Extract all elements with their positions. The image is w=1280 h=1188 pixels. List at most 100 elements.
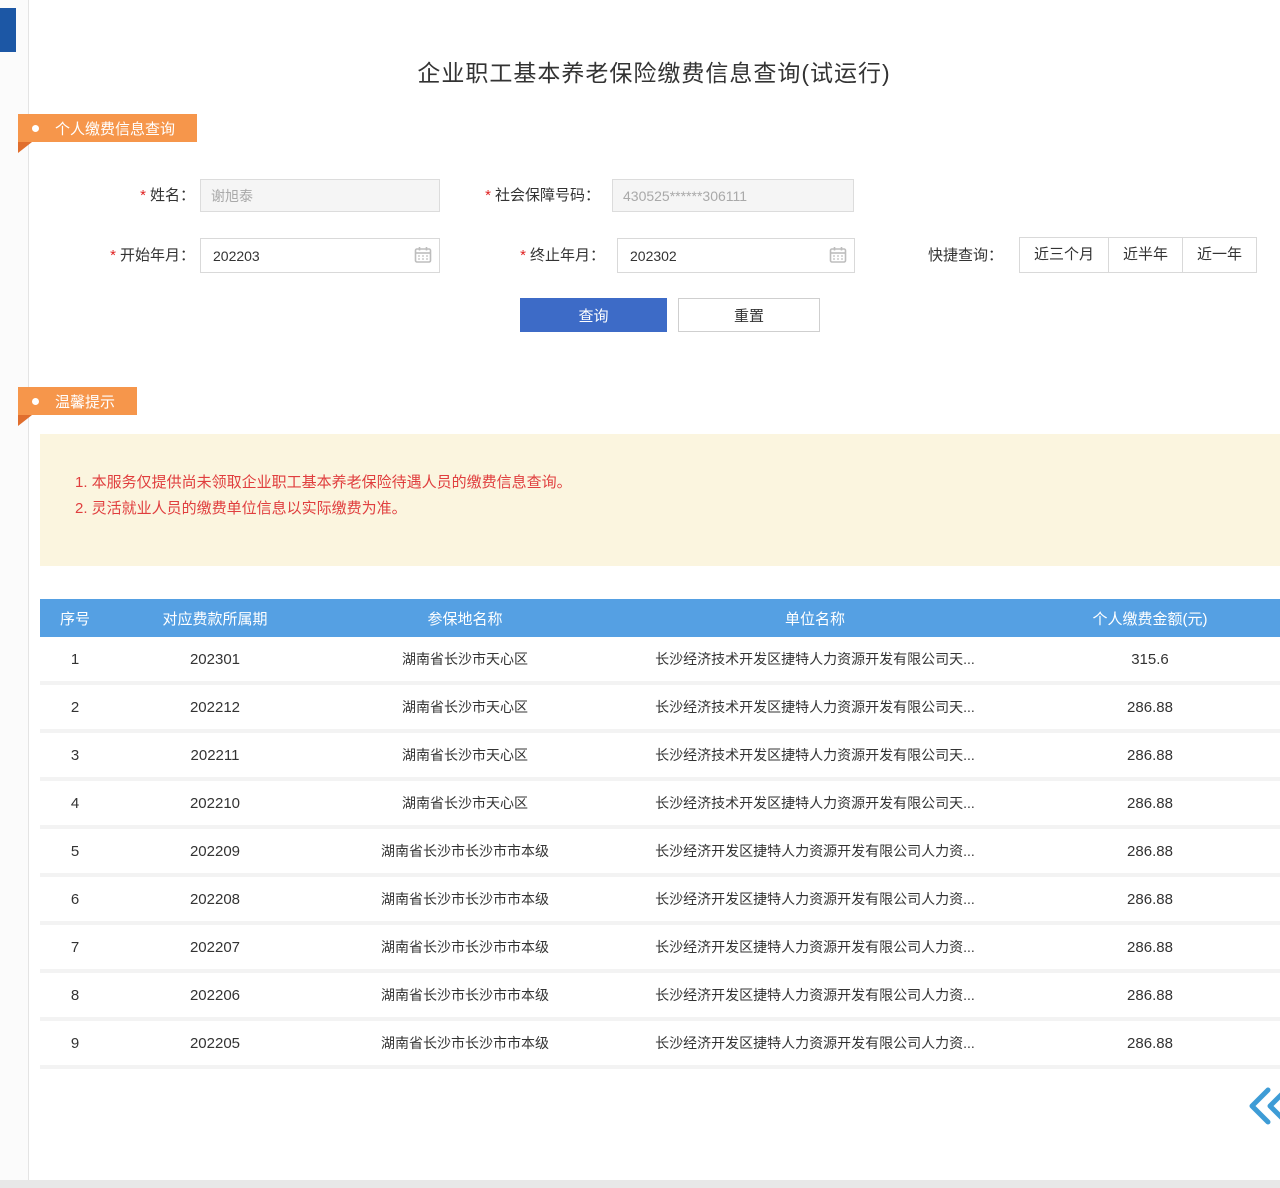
table-cell: 9 xyxy=(40,1035,110,1052)
table-cell: 长沙经济技术开发区捷特人力资源开发有限公司天... xyxy=(610,697,1020,717)
quick-query-group: 近三个月 近半年 近一年 xyxy=(1020,237,1257,273)
query-button[interactable]: 查询 xyxy=(520,298,667,332)
table-cell: 202209 xyxy=(110,843,320,860)
table-cell: 202212 xyxy=(110,699,320,716)
table-cell: 202301 xyxy=(110,651,320,668)
quick-query-label: 快捷查询： xyxy=(928,238,1003,274)
table-cell: 202206 xyxy=(110,987,320,1004)
table-cell: 湖南省长沙市天心区 xyxy=(320,793,610,813)
table-row: 2202212湖南省长沙市天心区长沙经济技术开发区捷特人力资源开发有限公司天..… xyxy=(40,685,1280,733)
quick-option-last-year[interactable]: 近一年 xyxy=(1182,237,1257,273)
required-asterisk: * xyxy=(520,247,526,264)
end-month-input[interactable] xyxy=(617,238,855,273)
table-row: 3202211湖南省长沙市天心区长沙经济技术开发区捷特人力资源开发有限公司天..… xyxy=(40,733,1280,781)
table-cell: 湖南省长沙市长沙市市本级 xyxy=(320,1033,610,1053)
bottom-divider xyxy=(0,1180,1280,1188)
table-cell: 286.88 xyxy=(1020,795,1280,812)
table-body: 1202301湖南省长沙市天心区长沙经济技术开发区捷特人力资源开发有限公司天..… xyxy=(40,637,1280,1069)
left-rail xyxy=(0,0,29,1188)
quick-option-last-3-months[interactable]: 近三个月 xyxy=(1019,237,1109,273)
ribbon-fold xyxy=(18,142,32,153)
calendar-icon[interactable] xyxy=(829,246,847,264)
table-cell: 2 xyxy=(40,699,110,716)
name-field[interactable] xyxy=(200,179,440,212)
table-cell: 5 xyxy=(40,843,110,860)
table-cell: 3 xyxy=(40,747,110,764)
column-header: 单位名称 xyxy=(610,608,1020,629)
table-cell: 202208 xyxy=(110,891,320,908)
end-month-picker[interactable] xyxy=(617,238,855,273)
table-cell: 长沙经济开发区捷特人力资源开发有限公司人力资... xyxy=(610,937,1020,957)
table-cell: 286.88 xyxy=(1020,699,1280,716)
table-row: 8202206湖南省长沙市长沙市市本级长沙经济开发区捷特人力资源开发有限公司人力… xyxy=(40,973,1280,1021)
required-asterisk: * xyxy=(140,187,146,204)
section-badge-tips: 温馨提示 xyxy=(18,387,137,415)
table-cell: 长沙经济开发区捷特人力资源开发有限公司人力资... xyxy=(610,841,1020,861)
table-cell: 7 xyxy=(40,939,110,956)
table-cell: 4 xyxy=(40,795,110,812)
table-cell: 长沙经济技术开发区捷特人力资源开发有限公司天... xyxy=(610,793,1020,813)
table-cell: 长沙经济开发区捷特人力资源开发有限公司人力资... xyxy=(610,1033,1020,1053)
quick-option-last-half-year[interactable]: 近半年 xyxy=(1108,237,1183,273)
start-month-input[interactable] xyxy=(200,238,440,273)
column-header: 参保地名称 xyxy=(320,608,610,629)
name-label: *姓名： xyxy=(90,179,195,212)
page-title: 企业职工基本养老保险缴费信息查询(试运行) xyxy=(28,54,1280,88)
table-cell: 长沙经济开发区捷特人力资源开发有限公司人力资... xyxy=(610,985,1020,1005)
section-badge-personal-payment-query: 个人缴费信息查询 xyxy=(18,114,197,142)
table-cell: 湖南省长沙市天心区 xyxy=(320,745,610,765)
table-row: 1202301湖南省长沙市天心区长沙经济技术开发区捷特人力资源开发有限公司天..… xyxy=(40,637,1280,685)
table-row: 6202208湖南省长沙市长沙市市本级长沙经济开发区捷特人力资源开发有限公司人力… xyxy=(40,877,1280,925)
table-row: 5202209湖南省长沙市长沙市市本级长沙经济开发区捷特人力资源开发有限公司人力… xyxy=(40,829,1280,877)
bullet-dot-icon xyxy=(32,398,39,405)
table-cell: 202207 xyxy=(110,939,320,956)
reset-button[interactable]: 重置 xyxy=(678,298,820,332)
table-cell: 286.88 xyxy=(1020,1035,1280,1052)
table-cell: 长沙经济技术开发区捷特人力资源开发有限公司天... xyxy=(610,745,1020,765)
ribbon-fold xyxy=(18,415,32,426)
table-cell: 湖南省长沙市天心区 xyxy=(320,649,610,669)
end-month-label: *终止年月： xyxy=(495,239,605,272)
table-cell: 湖南省长沙市长沙市市本级 xyxy=(320,889,610,909)
table-row: 9202205湖南省长沙市长沙市市本级长沙经济开发区捷特人力资源开发有限公司人力… xyxy=(40,1021,1280,1069)
tips-panel: 1. 本服务仅提供尚未领取企业职工基本养老保险待遇人员的缴费信息查询。 2. 灵… xyxy=(40,434,1280,566)
table-cell: 202210 xyxy=(110,795,320,812)
table-cell: 6 xyxy=(40,891,110,908)
table-cell: 1 xyxy=(40,651,110,668)
column-header: 序号 xyxy=(40,608,110,629)
start-month-picker[interactable] xyxy=(200,238,440,273)
table-cell: 湖南省长沙市天心区 xyxy=(320,697,610,717)
ssn-field[interactable] xyxy=(612,179,854,212)
table-cell: 长沙经济技术开发区捷特人力资源开发有限公司天... xyxy=(610,649,1020,669)
calendar-icon[interactable] xyxy=(414,246,432,264)
table-cell: 长沙经济开发区捷特人力资源开发有限公司人力资... xyxy=(610,889,1020,909)
table-cell: 286.88 xyxy=(1020,987,1280,1004)
column-header: 对应费款所属期 xyxy=(110,608,320,629)
tip-line: 1. 本服务仅提供尚未领取企业职工基本养老保险待遇人员的缴费信息查询。 xyxy=(75,470,572,496)
table-row: 7202207湖南省长沙市长沙市市本级长沙经济开发区捷特人力资源开发有限公司人力… xyxy=(40,925,1280,973)
sidebar-collapsed-tab xyxy=(0,8,16,52)
table-cell: 202205 xyxy=(110,1035,320,1052)
column-header: 个人缴费金额(元) xyxy=(1020,608,1280,629)
double-chevron-left-icon[interactable] xyxy=(1246,1086,1280,1126)
table-cell: 315.6 xyxy=(1020,651,1280,668)
required-asterisk: * xyxy=(110,247,116,264)
tip-line: 2. 灵活就业人员的缴费单位信息以实际缴费为准。 xyxy=(75,496,572,522)
ssn-label: *社会保障号码： xyxy=(450,179,600,212)
table-cell: 286.88 xyxy=(1020,891,1280,908)
required-asterisk: * xyxy=(485,187,491,204)
table-cell: 湖南省长沙市长沙市市本级 xyxy=(320,937,610,957)
table-cell: 202211 xyxy=(110,747,320,764)
payment-table: 序号 对应费款所属期 参保地名称 单位名称 个人缴费金额(元) 1202301湖… xyxy=(40,599,1280,1069)
table-cell: 286.88 xyxy=(1020,843,1280,860)
bullet-dot-icon xyxy=(32,125,39,132)
table-cell: 286.88 xyxy=(1020,747,1280,764)
section-badge-label: 温馨提示 xyxy=(55,391,115,412)
table-cell: 湖南省长沙市长沙市市本级 xyxy=(320,985,610,1005)
table-row: 4202210湖南省长沙市天心区长沙经济技术开发区捷特人力资源开发有限公司天..… xyxy=(40,781,1280,829)
start-month-label: *开始年月： xyxy=(80,239,195,272)
table-header-row: 序号 对应费款所属期 参保地名称 单位名称 个人缴费金额(元) xyxy=(40,599,1280,637)
table-cell: 286.88 xyxy=(1020,939,1280,956)
table-cell: 8 xyxy=(40,987,110,1004)
section-badge-label: 个人缴费信息查询 xyxy=(55,118,175,139)
